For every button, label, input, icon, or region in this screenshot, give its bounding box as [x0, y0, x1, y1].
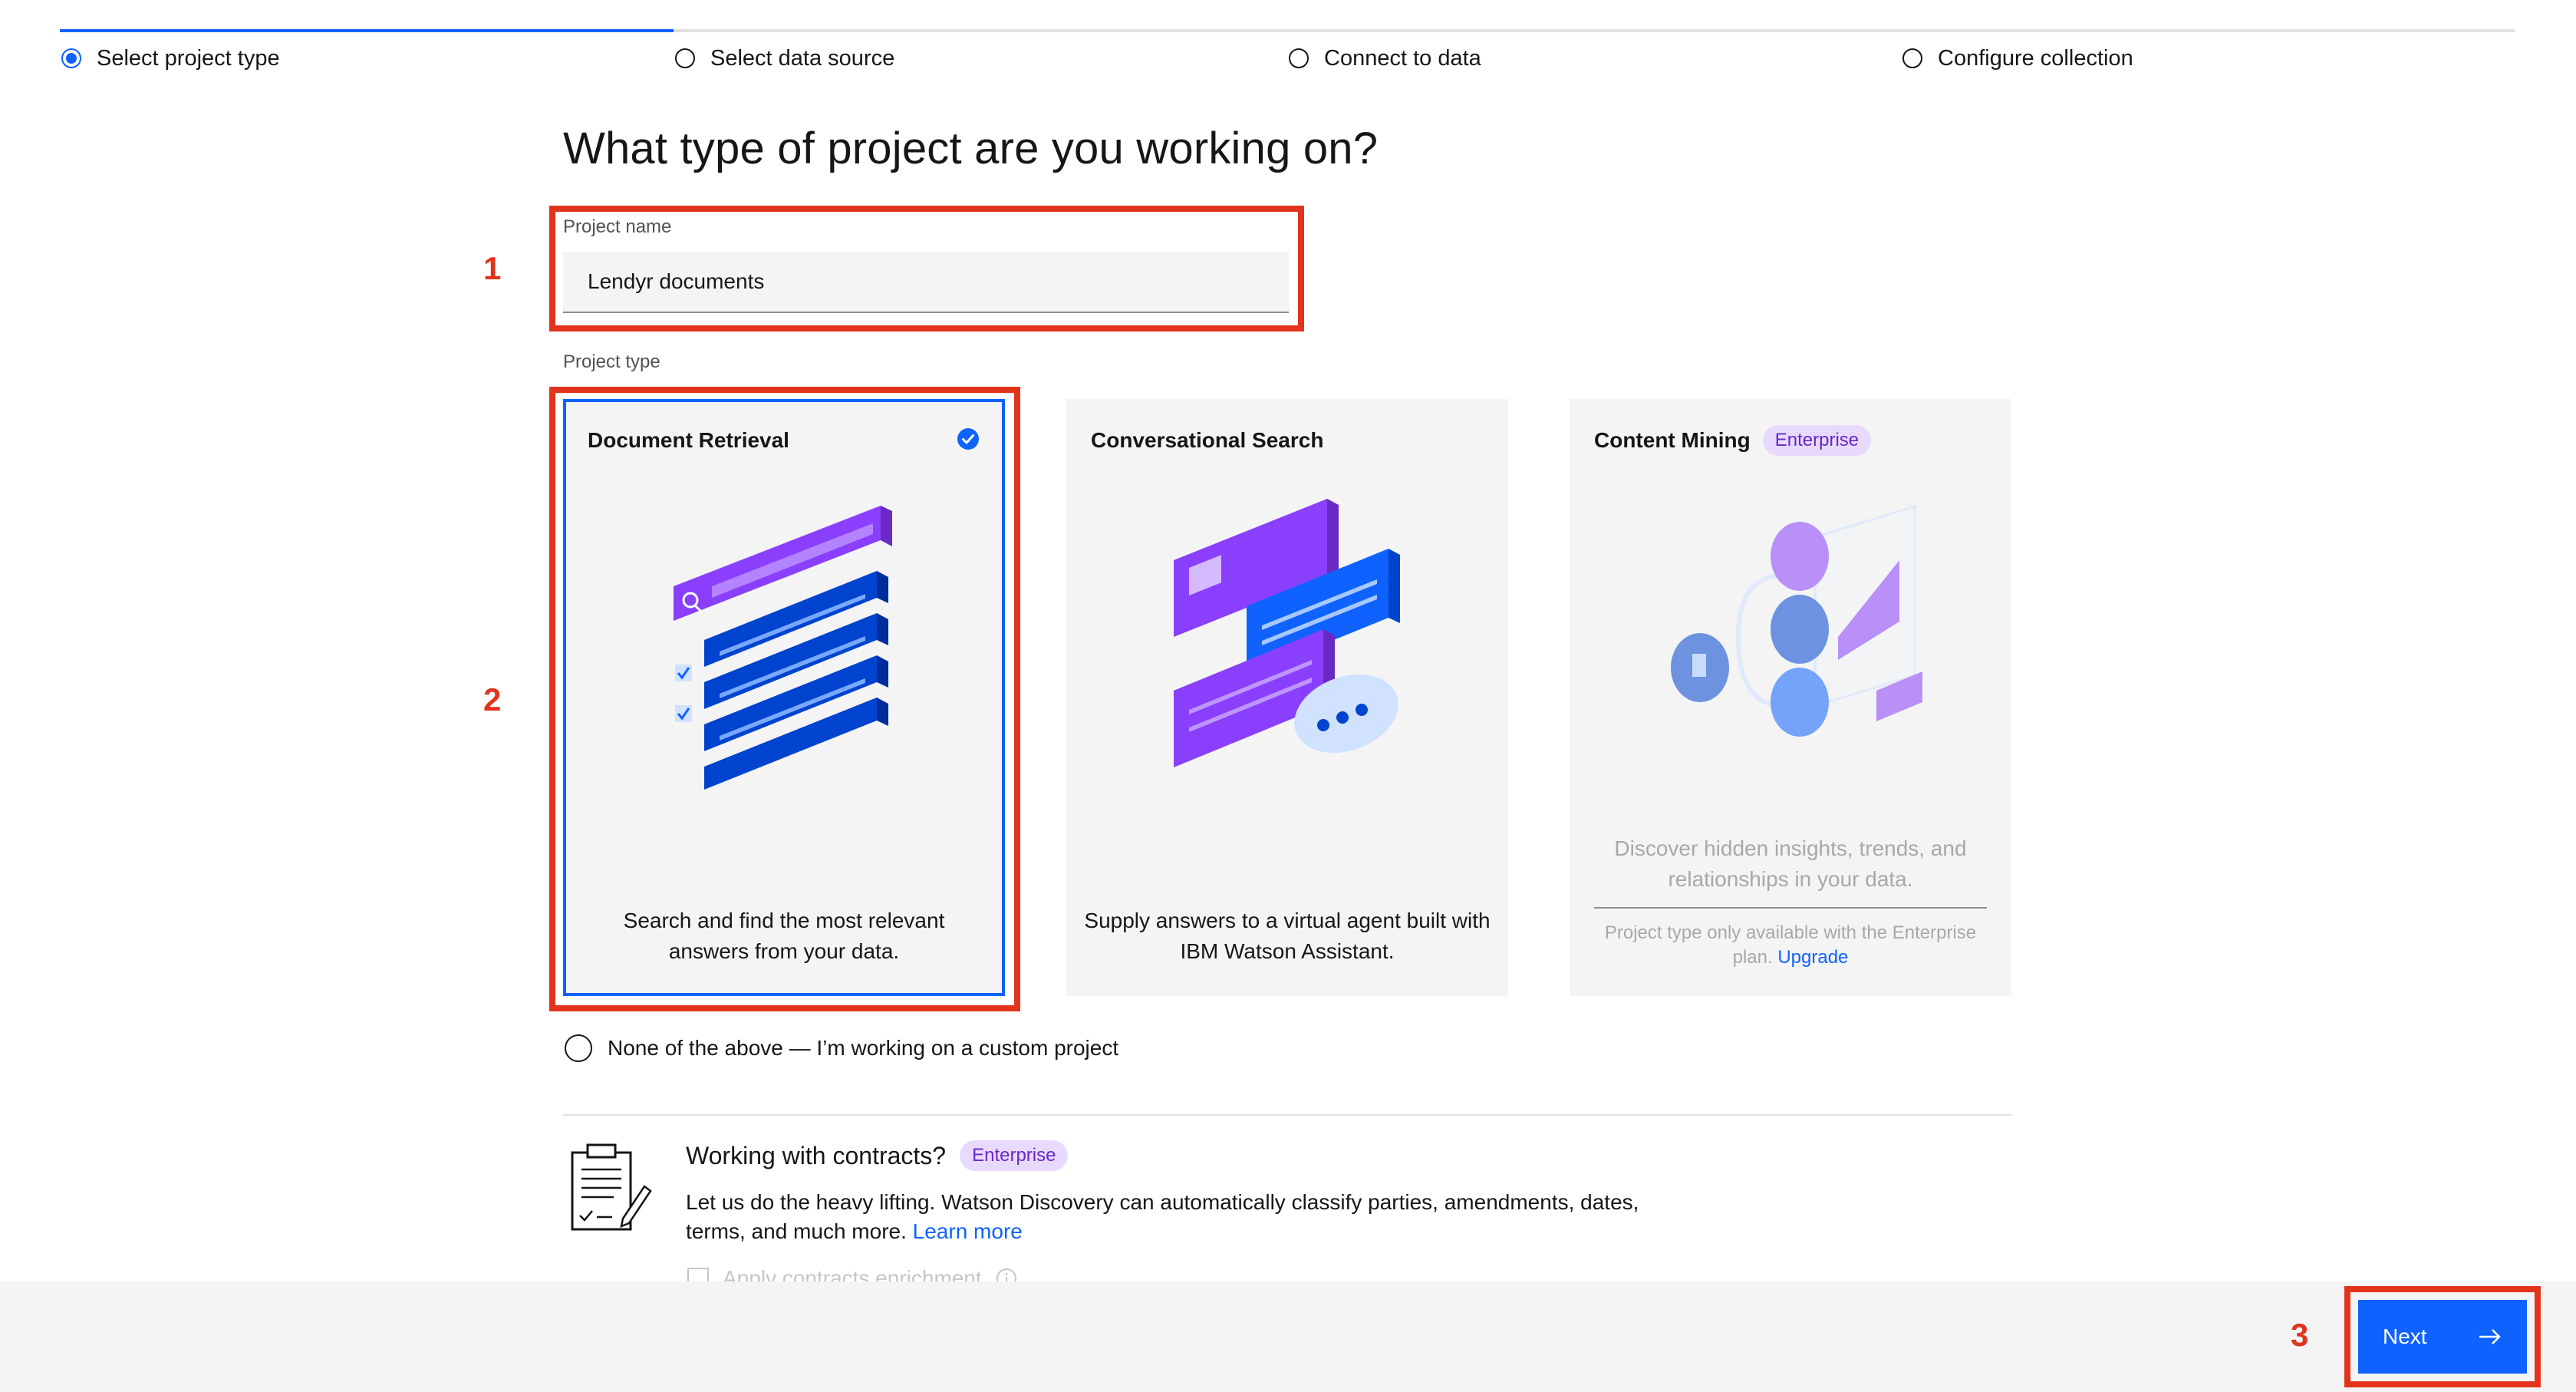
- tile-title-row: Content Mining Enterprise: [1594, 425, 1872, 456]
- annotation-number-1: 1: [483, 250, 502, 286]
- tile-conversational-search[interactable]: Conversational Search Supply answers to …: [1066, 399, 1508, 996]
- contracts-title-row: Working with contracts? Enterprise: [686, 1140, 1069, 1171]
- project-type-label: Project type: [563, 351, 660, 372]
- contracts-title: Working with contracts?: [686, 1141, 947, 1169]
- step-select-data-source[interactable]: Select data source: [675, 43, 894, 74]
- step-label: Connect to data: [1324, 45, 1481, 71]
- tile-document-retrieval[interactable]: Document Retrieval Search and find the m…: [563, 399, 1005, 996]
- step-connect-to-data[interactable]: Connect to data: [1289, 43, 1481, 74]
- tile-title: Content Mining: [1594, 428, 1751, 452]
- section-divider: [563, 1114, 2011, 1116]
- tile-description: Discover hidden insights, trends, and re…: [1614, 836, 1967, 891]
- custom-project-label: None of the above — I’m working on a cus…: [608, 1036, 1119, 1060]
- annotation-number-3: 3: [2291, 1317, 2309, 1353]
- tile-content-mining: Content Mining Enterprise Discover hidde…: [1570, 399, 2011, 996]
- step-label: Configure collection: [1938, 45, 2133, 71]
- tile-description: Search and find the most relevant answer…: [623, 909, 945, 963]
- current-step-icon: [61, 48, 81, 68]
- tile-title: Document Retrieval: [588, 428, 789, 452]
- progress-line: [674, 29, 2515, 32]
- step-select-project-type[interactable]: Select project type: [61, 43, 280, 74]
- step-label: Select project type: [97, 45, 280, 71]
- conversational-search-illustration: [1174, 499, 1400, 767]
- next-label: Next: [2383, 1324, 2427, 1348]
- tile-note: Project type only available with the Ent…: [1594, 921, 1987, 970]
- step-configure-collection[interactable]: Configure collection: [1902, 43, 2133, 74]
- tile-description: Supply answers to a virtual agent built …: [1084, 909, 1491, 963]
- contracts-description-text: Let us do the heavy lifting. Watson Disc…: [686, 1190, 1639, 1243]
- incomplete-step-icon: [675, 48, 695, 68]
- radio-unchecked-icon: [565, 1034, 592, 1062]
- tile-title: Conversational Search: [1091, 428, 1324, 452]
- enterprise-tag: Enterprise: [960, 1140, 1069, 1171]
- checkmark-filled-icon: [957, 428, 979, 450]
- next-button[interactable]: Next: [2358, 1300, 2527, 1374]
- contracts-description: Let us do the heavy lifting. Watson Disc…: [686, 1188, 1683, 1246]
- footer-bar: [0, 1281, 2576, 1392]
- project-name-label: Project name: [563, 216, 672, 237]
- enterprise-tag: Enterprise: [1762, 425, 1872, 456]
- content-mining-illustration: [1671, 504, 1922, 737]
- tile-divider: [1594, 907, 1987, 909]
- contract-clipboard-icon: [571, 1143, 652, 1231]
- annotation-number-2: 2: [483, 681, 502, 717]
- incomplete-step-icon: [1289, 48, 1309, 68]
- document-retrieval-illustration: [674, 506, 892, 790]
- arrow-right-icon: [2479, 1329, 2501, 1344]
- incomplete-step-icon: [1902, 48, 1922, 68]
- custom-project-radio[interactable]: None of the above — I’m working on a cus…: [565, 1034, 1118, 1062]
- project-name-input[interactable]: [563, 252, 1289, 313]
- step-label: Select data source: [710, 45, 895, 71]
- learn-more-link[interactable]: Learn more: [913, 1219, 1023, 1243]
- page-title: What type of project are you working on?: [563, 124, 1379, 173]
- upgrade-link[interactable]: Upgrade: [1777, 947, 1848, 968]
- progress-line-active: [60, 29, 674, 32]
